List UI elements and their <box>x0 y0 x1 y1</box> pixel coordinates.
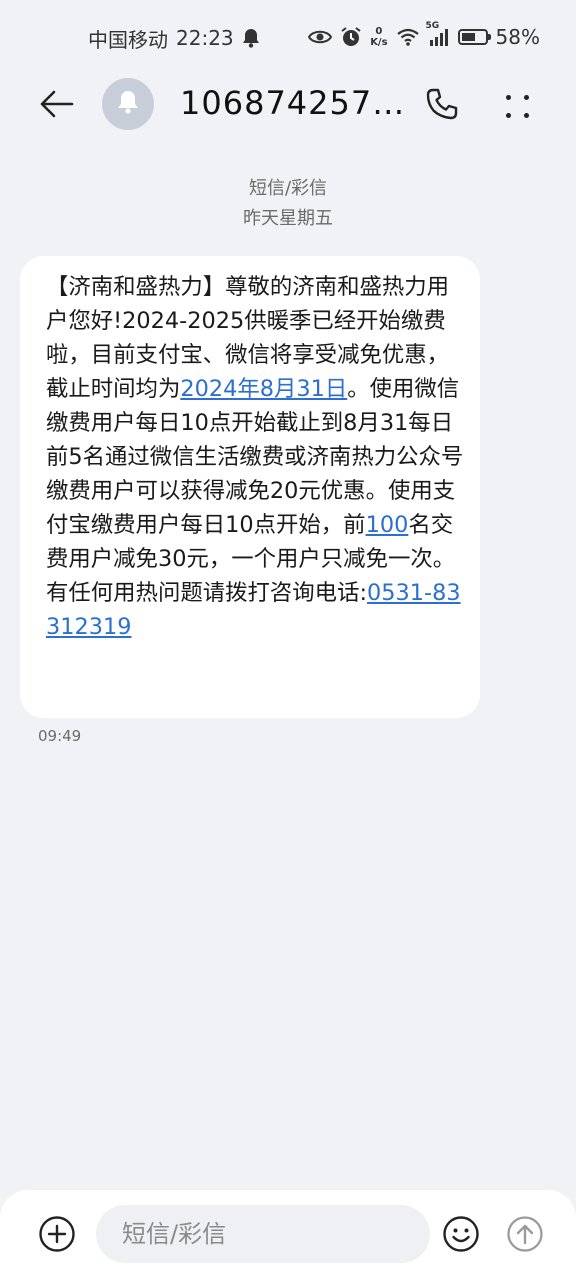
status-left: 中国移动 22:23 <box>88 24 260 52</box>
message-link[interactable]: 100 <box>366 512 409 538</box>
contact-name[interactable]: 1068742577… <box>180 84 405 122</box>
message-link[interactable]: 2024年8月31日 <box>180 376 347 402</box>
network-speed-value: 0 <box>375 26 383 37</box>
date-label: 昨天星期五 <box>243 208 333 229</box>
battery-percent: 58% <box>495 25 540 49</box>
notification-bell-icon <box>116 89 140 119</box>
signal-icon: 5G <box>426 21 450 47</box>
send-button[interactable] <box>506 1215 544 1253</box>
eye-icon <box>308 29 333 45</box>
carrier-name: 中国移动 <box>88 27 168 52</box>
message-type-label: 短信/彩信 <box>248 178 328 199</box>
input-bar <box>0 1190 576 1280</box>
conversation-meta: 短信/彩信 昨天星期五 <box>0 174 576 234</box>
status-bar: 中国移动 22:23 0 K/s 5G 58% <box>0 0 576 72</box>
back-button[interactable] <box>36 86 76 126</box>
message-bubble[interactable]: 【济南和盛热力】尊敬的济南和盛热力用户您好!2024-2025供暖季已经开始缴费… <box>20 256 480 718</box>
emoji-button[interactable] <box>442 1215 480 1253</box>
battery-icon <box>457 29 491 45</box>
bell-icon <box>242 28 260 48</box>
call-button[interactable] <box>422 86 462 126</box>
battery-fill <box>461 33 475 41</box>
avatar[interactable] <box>102 78 154 130</box>
network-type: 5G <box>425 21 440 31</box>
back-arrow-icon <box>38 89 74 123</box>
network-speed-unit: K/s <box>370 37 388 48</box>
more-button[interactable] <box>498 86 538 126</box>
add-icon <box>38 1216 76 1257</box>
alarm-icon <box>340 26 362 48</box>
send-icon <box>506 1216 544 1257</box>
phone-icon <box>425 87 459 125</box>
message-time: 09:49 <box>38 727 82 745</box>
conversation-header: 1068742577… <box>0 72 576 138</box>
status-right: 0 K/s 5G 58% <box>300 21 540 52</box>
network-speed: 0 K/s <box>370 26 387 48</box>
add-button[interactable] <box>38 1215 76 1253</box>
wifi-icon <box>396 28 420 46</box>
emoji-icon <box>442 1216 480 1257</box>
status-time: 22:23 <box>176 26 234 50</box>
message-input[interactable] <box>96 1205 430 1263</box>
